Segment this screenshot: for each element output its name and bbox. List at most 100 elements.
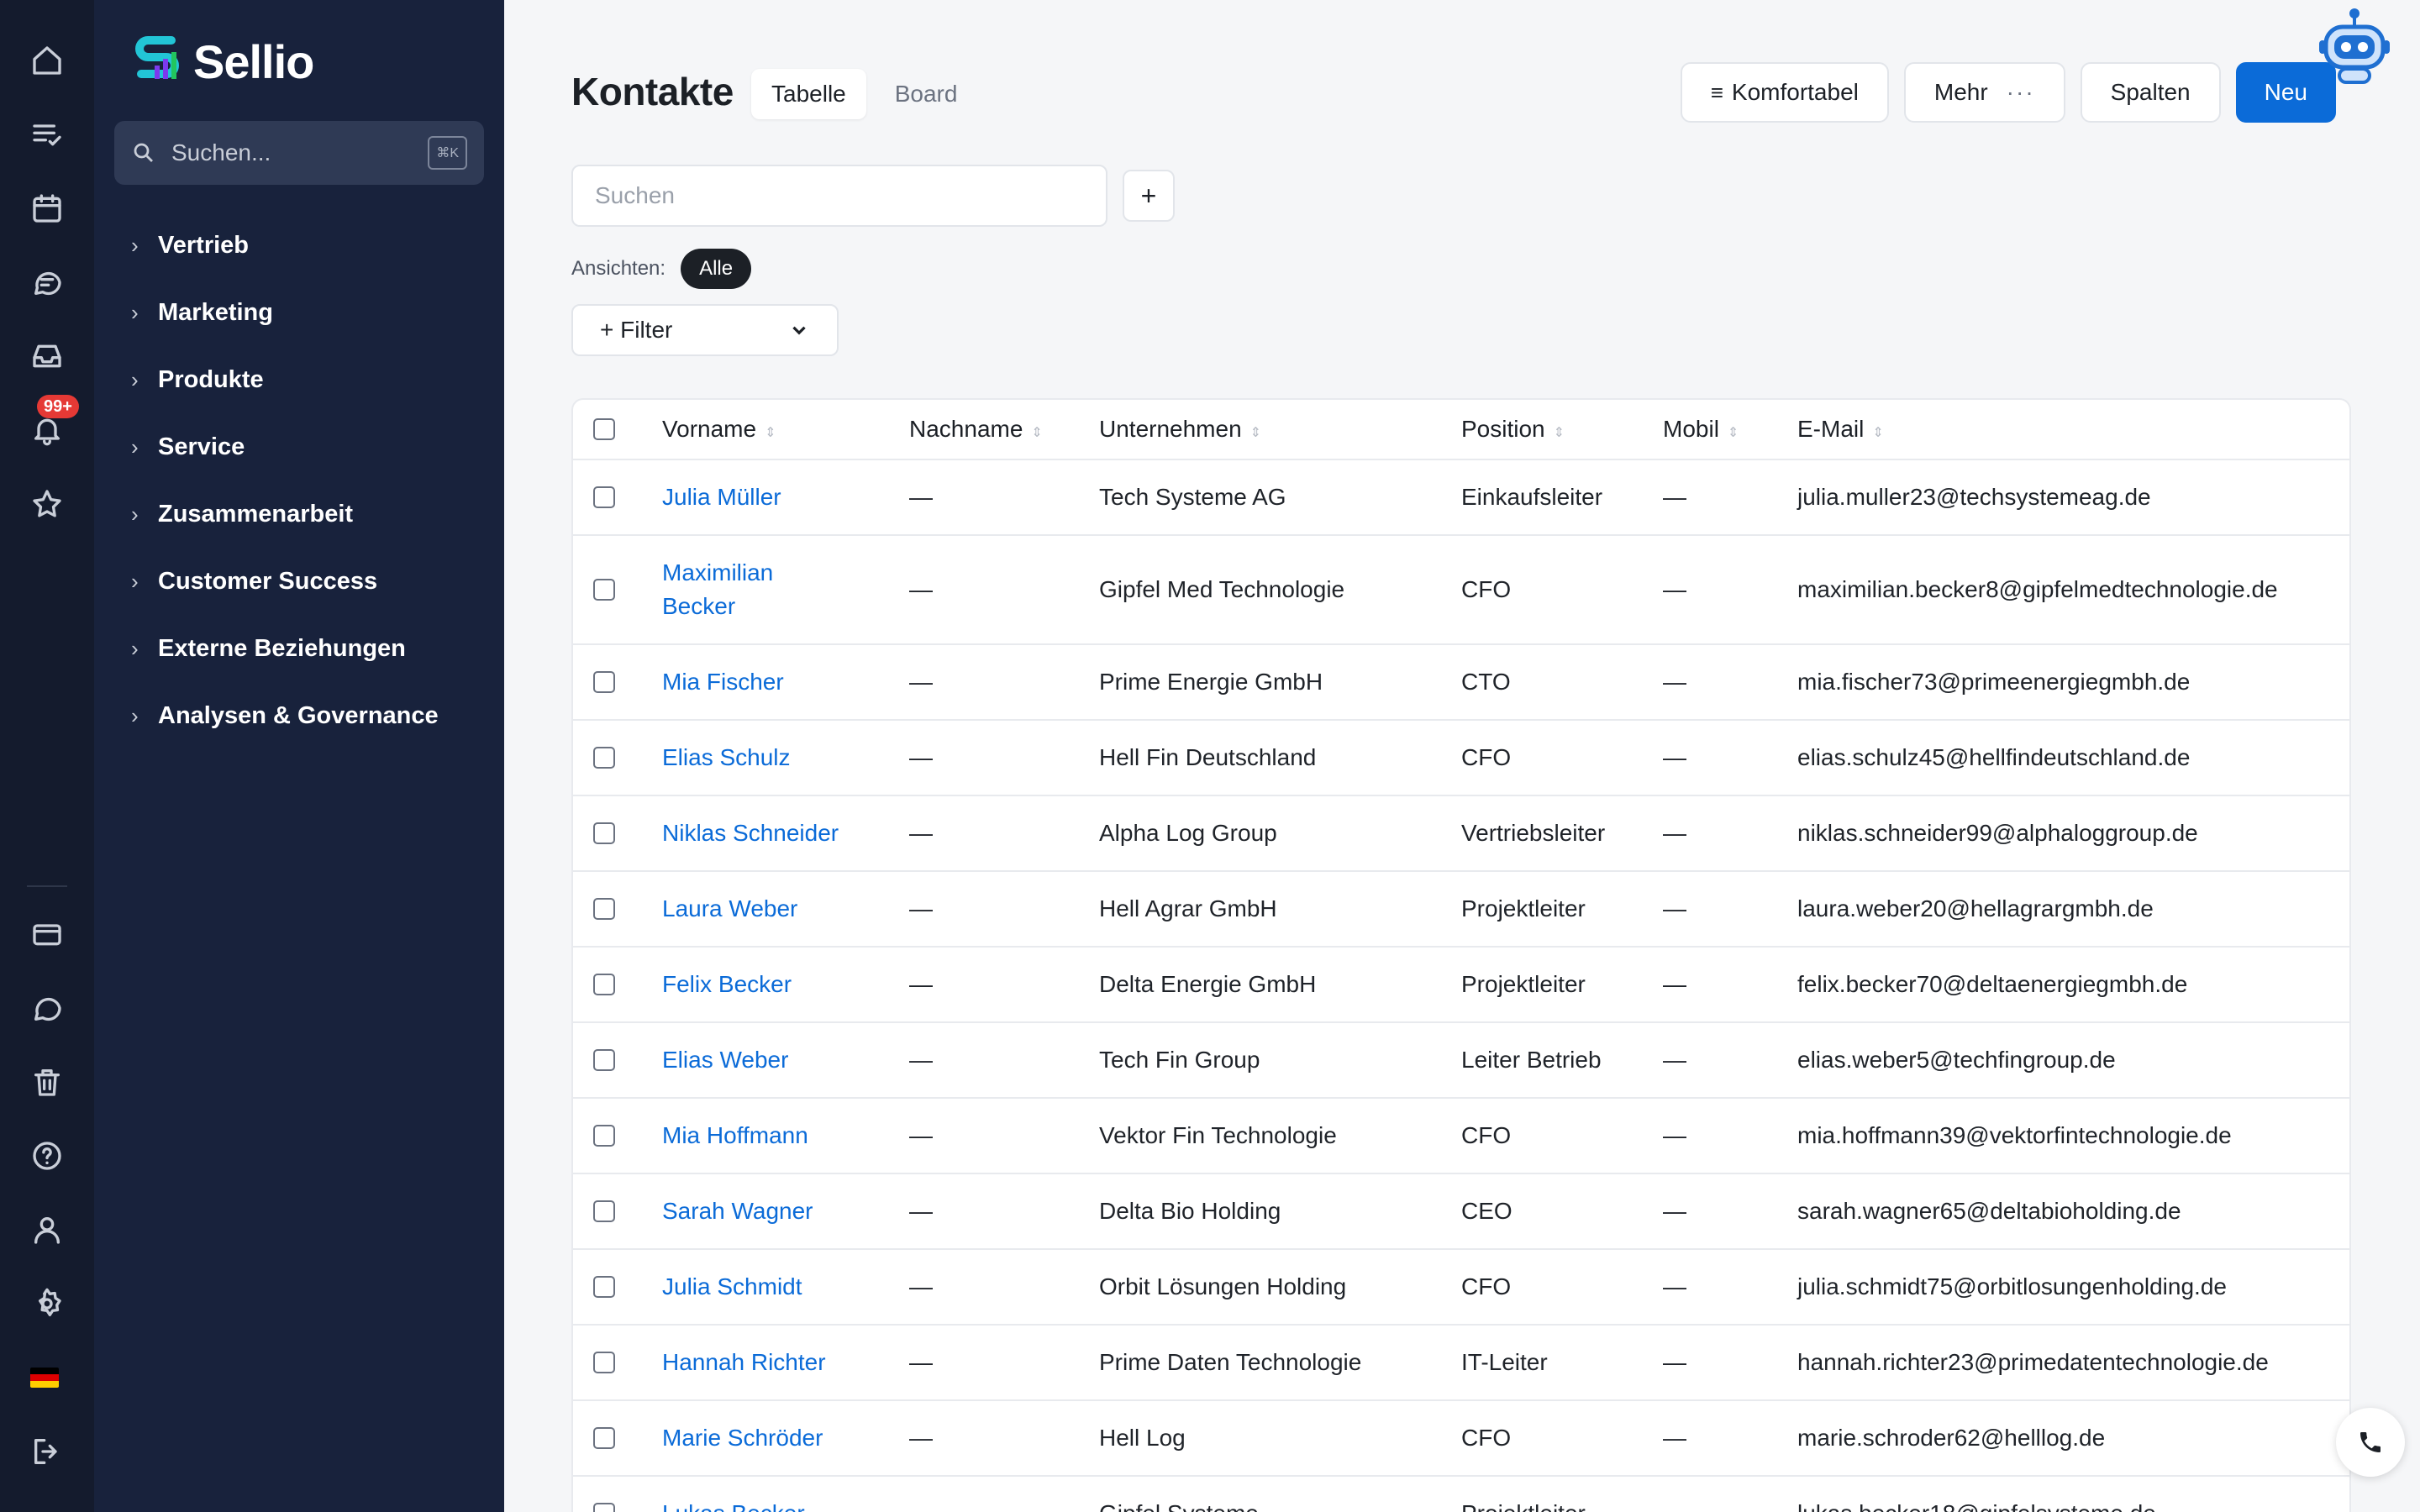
column-header-email[interactable]: E-Mail ⇕ bbox=[1797, 416, 2349, 443]
table-search-input[interactable]: Suchen bbox=[571, 165, 1107, 227]
table-row[interactable]: Mia Fischer — Prime Energie GmbH CTO — m… bbox=[573, 645, 2349, 721]
column-header-vorname[interactable]: Vorname ⇕ bbox=[662, 416, 909, 443]
rail-divider bbox=[27, 885, 67, 887]
contact-name-link[interactable]: Julia Schmidt bbox=[662, 1270, 909, 1304]
sidebar-item-analysen-governance[interactable]: › Analysen & Governance bbox=[131, 682, 484, 749]
message-icon[interactable] bbox=[27, 988, 67, 1028]
row-checkbox[interactable] bbox=[593, 1049, 615, 1071]
inbox-icon[interactable] bbox=[27, 336, 67, 376]
chat-icon[interactable] bbox=[27, 262, 67, 302]
row-checkbox[interactable] bbox=[593, 974, 615, 995]
contact-mobile: — bbox=[1663, 744, 1686, 770]
star-icon[interactable] bbox=[27, 484, 67, 524]
column-header-nachname[interactable]: Nachname ⇕ bbox=[909, 416, 1099, 443]
row-checkbox[interactable] bbox=[593, 579, 615, 601]
contact-lastname: — bbox=[909, 576, 933, 602]
contact-name-link[interactable]: Hannah Richter bbox=[662, 1346, 909, 1379]
row-checkbox[interactable] bbox=[593, 1427, 615, 1449]
contact-name-link[interactable]: Felix Becker bbox=[662, 968, 909, 1001]
row-checkbox[interactable] bbox=[593, 1352, 615, 1373]
row-checkbox[interactable] bbox=[593, 822, 615, 844]
icon-rail: 99+ bbox=[0, 0, 94, 1512]
columns-button[interactable]: Spalten bbox=[2080, 62, 2221, 123]
sidebar-item-externe-beziehungen[interactable]: › Externe Beziehungen bbox=[131, 615, 484, 682]
table-row[interactable]: Julia Müller — Tech Systeme AG Einkaufsl… bbox=[573, 460, 2349, 536]
table-row[interactable]: Elias Weber — Tech Fin Group Leiter Betr… bbox=[573, 1023, 2349, 1099]
credit-card-icon[interactable] bbox=[27, 914, 67, 954]
contact-name-link[interactable]: Niklas Schneider bbox=[662, 816, 909, 850]
density-button[interactable]: ≡ Komfortabel bbox=[1680, 62, 1889, 123]
german-flag-icon[interactable] bbox=[30, 1368, 59, 1388]
column-header-unternehmen[interactable]: Unternehmen ⇕ bbox=[1099, 416, 1461, 443]
sidebar-item-marketing[interactable]: › Marketing bbox=[131, 279, 484, 346]
contact-name-link[interactable]: Lukas Becker bbox=[662, 1497, 909, 1512]
sidebar-item-zusammenarbeit[interactable]: › Zusammenarbeit bbox=[131, 480, 484, 548]
calendar-icon[interactable] bbox=[27, 188, 67, 228]
contact-position: CFO bbox=[1461, 1425, 1512, 1451]
table-row[interactable]: Niklas Schneider — Alpha Log Group Vertr… bbox=[573, 796, 2349, 872]
table-row[interactable]: Marie Schröder — Hell Log CFO — marie.sc… bbox=[573, 1401, 2349, 1477]
table-row[interactable]: Hannah Richter — Prime Daten Technologie… bbox=[573, 1326, 2349, 1401]
logout-icon[interactable] bbox=[27, 1431, 67, 1472]
table-row[interactable]: Laura Weber — Hell Agrar GmbH Projektlei… bbox=[573, 872, 2349, 948]
contact-name-link[interactable]: Mia Fischer bbox=[662, 665, 909, 699]
tab-board[interactable]: Board bbox=[875, 69, 978, 119]
column-header-mobil[interactable]: Mobil ⇕ bbox=[1663, 416, 1797, 443]
column-header-position[interactable]: Position ⇕ bbox=[1461, 416, 1663, 443]
table-row[interactable]: Sarah Wagner — Delta Bio Holding CEO — s… bbox=[573, 1174, 2349, 1250]
table-row[interactable]: Mia Hoffmann — Vektor Fin Technologie CF… bbox=[573, 1099, 2349, 1174]
row-checkbox[interactable] bbox=[593, 1125, 615, 1147]
table-row[interactable]: Maximilian Becker — Gipfel Med Technolog… bbox=[573, 536, 2349, 645]
table-row[interactable]: Lukas Becker — Gipfel Systeme Projektlei… bbox=[573, 1477, 2349, 1512]
app-logo[interactable]: Sellio bbox=[131, 32, 314, 91]
contact-name-link[interactable]: Marie Schröder bbox=[662, 1421, 909, 1455]
settings-icon[interactable] bbox=[27, 1284, 67, 1324]
help-icon[interactable] bbox=[27, 1136, 67, 1176]
row-checkbox[interactable] bbox=[593, 671, 615, 693]
contact-name-link[interactable]: Elias Schulz bbox=[662, 741, 909, 774]
select-all-checkbox[interactable] bbox=[593, 418, 615, 440]
contact-lastname: — bbox=[909, 1198, 933, 1224]
trash-icon[interactable] bbox=[27, 1062, 67, 1102]
user-icon[interactable] bbox=[27, 1210, 67, 1250]
row-checkbox[interactable] bbox=[593, 898, 615, 920]
contact-position: IT-Leiter bbox=[1461, 1349, 1548, 1375]
tab-tabelle[interactable]: Tabelle bbox=[751, 69, 866, 119]
sidebar-item-service[interactable]: › Service bbox=[131, 413, 484, 480]
phone-call-button[interactable] bbox=[2336, 1408, 2405, 1477]
row-checkbox[interactable] bbox=[593, 1276, 615, 1298]
sidebar-item-produkte[interactable]: › Produkte bbox=[131, 346, 484, 413]
contact-mobile: — bbox=[1663, 1122, 1686, 1148]
contact-lastname: — bbox=[909, 895, 933, 921]
contact-email: laura.weber20@hellagrargmbh.de bbox=[1797, 895, 2154, 921]
contact-name-link[interactable]: Laura Weber bbox=[662, 892, 909, 926]
sidebar-search[interactable]: Suchen... ⌘K bbox=[114, 121, 484, 185]
assistant-robot-icon[interactable] bbox=[2319, 7, 2390, 87]
search-shortcut: ⌘K bbox=[428, 136, 467, 170]
contact-company: Tech Fin Group bbox=[1099, 1047, 1260, 1073]
sidebar-item-customer-success[interactable]: › Customer Success bbox=[131, 548, 484, 615]
row-checkbox[interactable] bbox=[593, 1503, 615, 1512]
contact-name-link[interactable]: Julia Müller bbox=[662, 480, 909, 514]
table-row[interactable]: Julia Schmidt — Orbit Lösungen Holding C… bbox=[573, 1250, 2349, 1326]
contact-name-link[interactable]: Elias Weber bbox=[662, 1043, 909, 1077]
filter-select[interactable]: + Filter bbox=[571, 304, 839, 356]
row-checkbox[interactable] bbox=[593, 1200, 615, 1222]
add-view-button[interactable]: + bbox=[1123, 170, 1175, 222]
menu-lines-icon: ≡ bbox=[1710, 79, 1723, 105]
contact-name-link[interactable]: Maximilian Becker bbox=[662, 556, 909, 623]
row-checkbox[interactable] bbox=[593, 747, 615, 769]
contact-company: Orbit Lösungen Holding bbox=[1099, 1273, 1347, 1299]
table-row[interactable]: Elias Schulz — Hell Fin Deutschland CFO … bbox=[573, 721, 2349, 796]
tasks-icon[interactable] bbox=[27, 114, 67, 155]
row-checkbox[interactable] bbox=[593, 486, 615, 508]
contact-name-link[interactable]: Sarah Wagner bbox=[662, 1194, 909, 1228]
contact-position: Projektleiter bbox=[1461, 971, 1586, 997]
contact-mobile: — bbox=[1663, 1500, 1797, 1512]
table-row[interactable]: Felix Becker — Delta Energie GmbH Projek… bbox=[573, 948, 2349, 1023]
sidebar-item-vertrieb[interactable]: › Vertrieb bbox=[131, 212, 484, 279]
more-button[interactable]: Mehr ··· bbox=[1903, 62, 2065, 123]
view-pill-alle[interactable]: Alle bbox=[681, 249, 752, 289]
contact-name-link[interactable]: Mia Hoffmann bbox=[662, 1119, 909, 1152]
home-icon[interactable] bbox=[27, 40, 67, 81]
